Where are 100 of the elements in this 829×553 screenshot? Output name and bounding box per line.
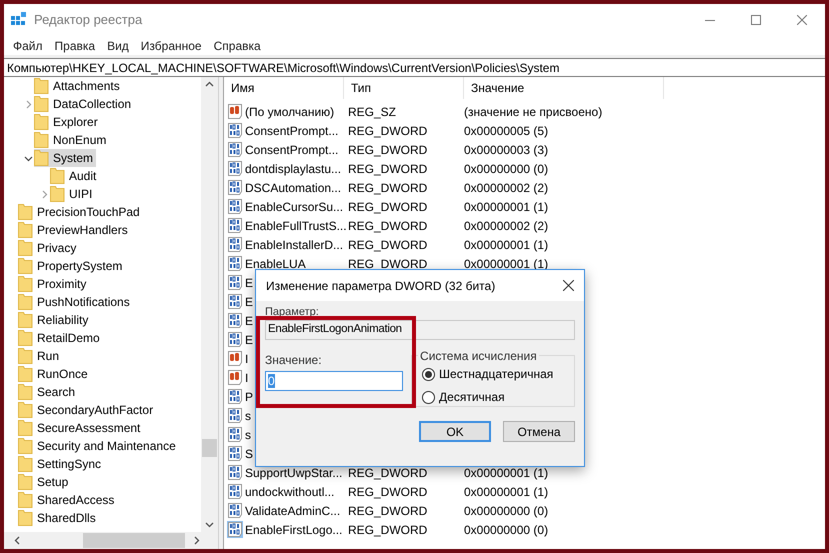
menu-item[interactable]: Файл (7, 36, 49, 54)
table-cell-text: (По умолчанию) (245, 104, 334, 120)
tree-item[interactable]: UIPI (50, 185, 96, 203)
tree-item[interactable]: PrecisionTouchPad (18, 203, 143, 221)
folder-icon (34, 113, 49, 131)
tree-item[interactable]: Run (18, 347, 62, 365)
table-cell-text: 0x00000003 (3) (464, 142, 550, 158)
table-cell-text: REG_DWORD (347, 180, 428, 196)
folder-icon (18, 401, 33, 419)
folder-icon (18, 275, 33, 293)
radio-option[interactable]: Шестнадцатеричная (422, 365, 574, 383)
tree-item[interactable]: Reliability (18, 311, 92, 329)
tree-item[interactable]: SharedAccess (18, 491, 118, 509)
tree-item[interactable]: System (34, 149, 96, 167)
tree-item[interactable]: Explorer (34, 113, 101, 131)
tree-item[interactable]: DataCollection (34, 95, 134, 113)
folder-icon (18, 473, 33, 491)
scrollbar-thumb[interactable] (83, 533, 185, 548)
table-cell-text: 0x00000002 (2) (464, 180, 550, 196)
table-cell-text: s (245, 426, 251, 444)
table-cell-text: EnableFirstLogo... (245, 522, 342, 538)
table-cell-text: 0x00000001 (1) (464, 464, 550, 482)
table-cell-text: REG_DWORD (347, 464, 428, 482)
table-cell-text: E (245, 294, 254, 310)
tree-item[interactable]: RetailDemo (18, 329, 103, 347)
dialog-button[interactable]: Отмена (503, 421, 575, 442)
folder-icon (18, 257, 33, 275)
registry-editor-icon (11, 12, 27, 28)
parameter-value: EnableFirstLogonAnimation (268, 322, 402, 338)
dialog-button[interactable]: OK (419, 421, 491, 442)
tree-item[interactable]: NonEnum (34, 131, 110, 149)
tree-item[interactable]: Setup (18, 473, 72, 491)
scroll-up-icon[interactable] (205, 81, 214, 87)
radio-option[interactable]: Десятичная (422, 388, 574, 406)
parameter-label: Параметр: (265, 305, 320, 320)
table-cell-text: REG_DWORD (347, 522, 428, 538)
table-cell-text: REG_DWORD (347, 256, 428, 272)
tree-item[interactable]: PushNotifications (18, 293, 133, 311)
table-cell-text: SupportUwpStar... (245, 464, 342, 482)
tree-item[interactable]: RunOnce (18, 365, 91, 383)
scroll-right-icon[interactable] (194, 536, 200, 545)
folder-icon (18, 311, 33, 329)
tree-item[interactable]: Security and Maintenance (18, 437, 179, 455)
table-cell-text: E (245, 332, 254, 348)
folder-icon (50, 167, 65, 185)
horizontal-scrollbar[interactable] (4, 532, 218, 549)
tree-item[interactable]: Proximity (18, 275, 90, 293)
address-bar[interactable]: Компьютер\HKEY_LOCAL_MACHINE\SOFTWARE\Microsoft\Windows\CurrentVersion\Policies\System (4, 58, 825, 77)
tree-item[interactable]: Audit (50, 167, 100, 185)
tree-item[interactable]: SettingSync (18, 455, 104, 473)
column-header[interactable]: Значение (464, 77, 664, 99)
table-cell-text: s (245, 408, 251, 424)
value-text: 0 (268, 374, 275, 388)
menu-item[interactable]: Вид (101, 36, 135, 54)
column-header[interactable]: Имя (224, 77, 344, 99)
table-cell-text: REG_DWORD (347, 502, 428, 520)
tree-item[interactable]: Attachments (34, 77, 123, 95)
table-cell-text: 0x00000000 (0) (464, 502, 550, 520)
folder-icon (18, 221, 33, 239)
close-icon[interactable] (563, 280, 574, 291)
window-title: Редактор реестра (34, 11, 142, 30)
menu-item[interactable]: Справка (208, 36, 267, 54)
folder-icon (34, 77, 49, 95)
tree-item[interactable]: SecondaryAuthFactor (18, 401, 156, 419)
tree-item[interactable]: PropertySystem (18, 257, 126, 275)
folder-icon (18, 329, 33, 347)
table-cell-text: E (245, 312, 254, 330)
tree-item[interactable]: SecureAssessment (18, 419, 144, 437)
folder-icon (18, 293, 33, 311)
tree-item[interactable]: SharedDlls (18, 509, 99, 527)
tree-item[interactable]: Privacy (18, 239, 80, 257)
folder-icon (18, 509, 33, 527)
table-cell-text: (значение не присвоено) (464, 104, 604, 120)
folder-icon (18, 203, 33, 221)
scroll-down-icon[interactable] (205, 522, 214, 528)
folder-icon (34, 95, 49, 113)
table-cell-text: EnableInstallerD... (245, 236, 344, 254)
table-cell-text: ConsentPrompt... (245, 142, 338, 158)
tree-item[interactable]: Search (18, 383, 78, 401)
table-cell-text: EnableCursorSu... (245, 198, 344, 216)
scroll-left-icon[interactable] (14, 536, 20, 545)
table-cell-text: EnableFullTrustS... (245, 218, 347, 234)
menu-item[interactable]: Правка (48, 36, 102, 54)
tree-item[interactable]: PreviewHandlers (18, 221, 131, 239)
folder-icon (50, 185, 65, 203)
folder-icon (18, 419, 33, 437)
vertical-scrollbar[interactable] (201, 77, 218, 532)
scrollbar-thumb[interactable] (202, 439, 217, 457)
table-cell-text: I (245, 350, 248, 368)
column-header[interactable]: Тип (344, 77, 464, 99)
table-cell-text: 0x00000000 (0) (464, 522, 550, 538)
table-cell-text: REG_DWORD (347, 142, 428, 158)
table-cell-text: REG_DWORD (347, 484, 428, 500)
table-cell-text: REG_DWORD (347, 218, 428, 234)
folder-icon (18, 437, 33, 455)
table-cell-text: DSCAutomation... (245, 180, 342, 196)
table-cell-text: 0x00000001 (1) (464, 484, 550, 500)
menu-item[interactable]: Избранное (134, 36, 208, 54)
maximize-icon[interactable] (751, 15, 761, 25)
folder-icon (34, 131, 49, 149)
